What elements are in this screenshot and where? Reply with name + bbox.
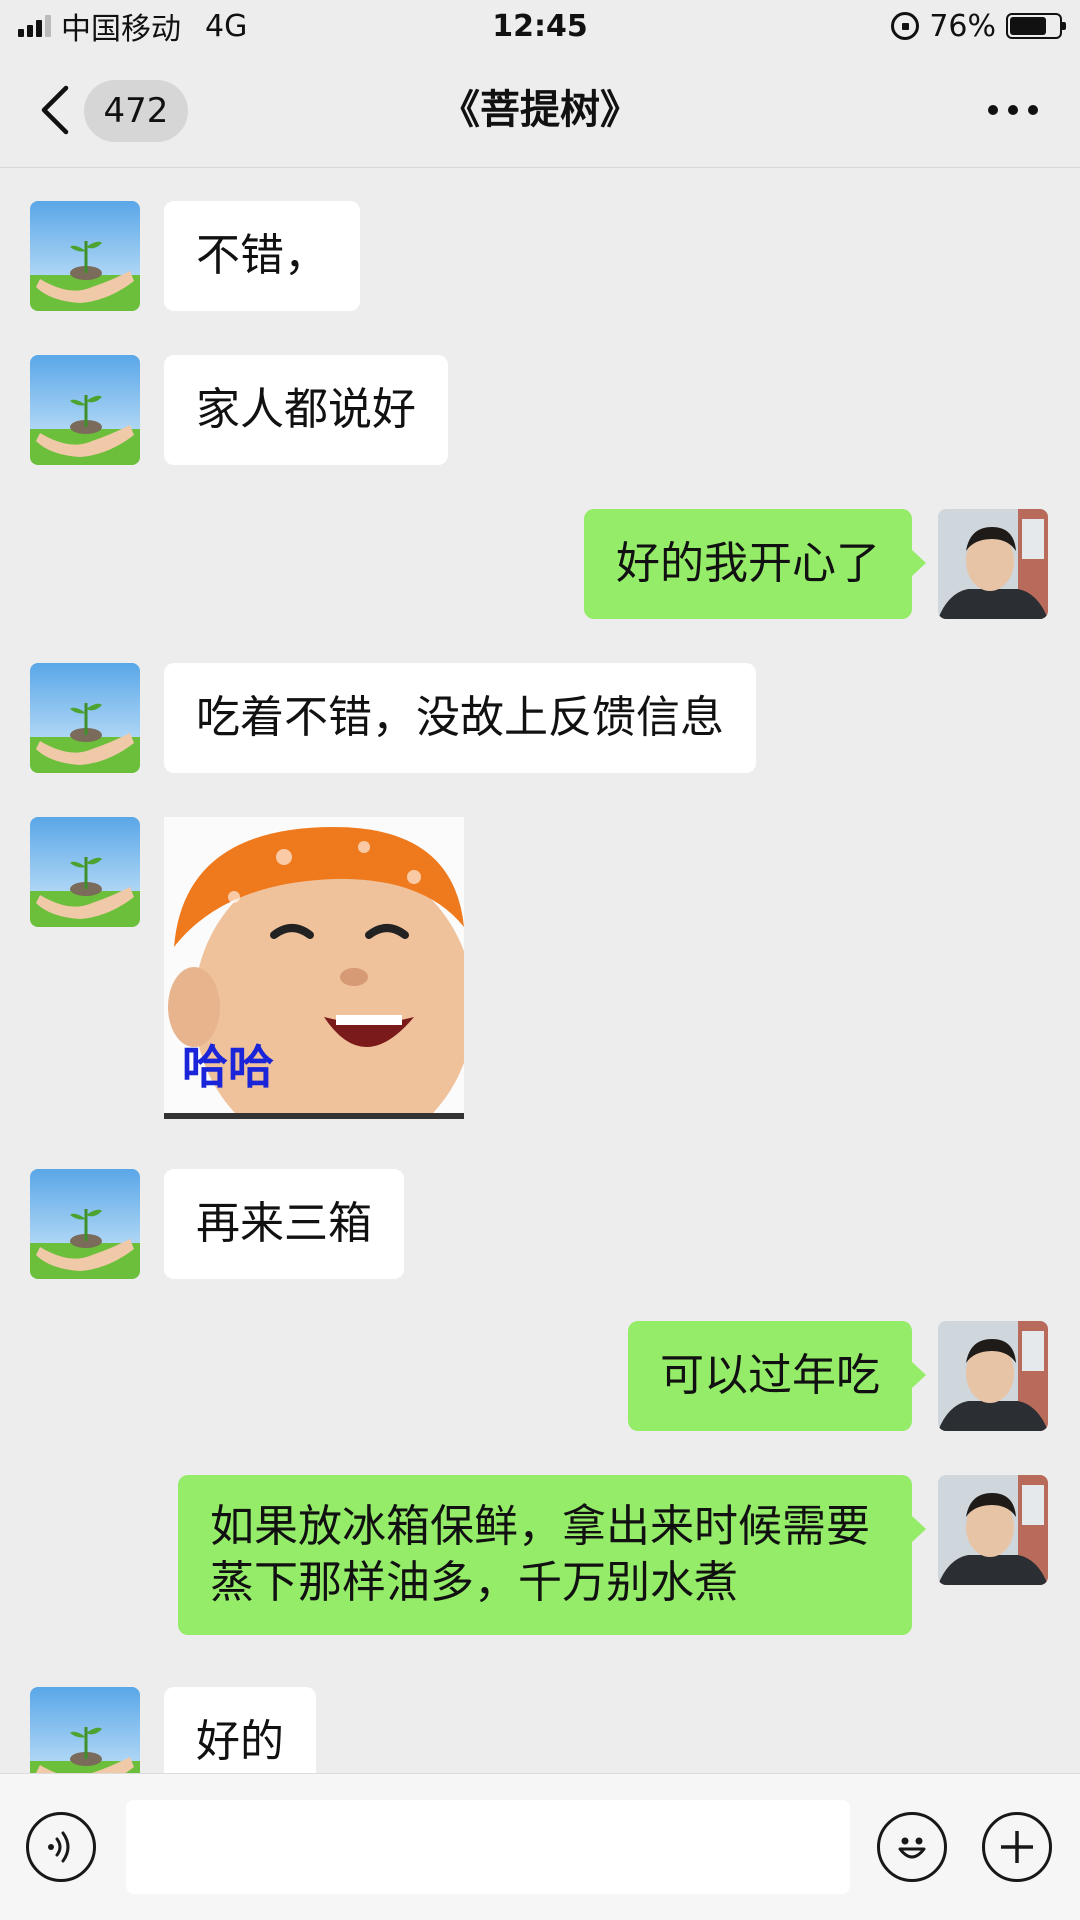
rotation-lock-icon (891, 12, 920, 40)
plant-in-hands-avatar (30, 1687, 140, 1773)
contact-avatar[interactable] (30, 355, 140, 465)
more-dots-icon (988, 105, 998, 115)
status-right: 76% (891, 8, 1066, 44)
message-bubble-incoming[interactable]: 再来三箱 (164, 1169, 404, 1279)
nav-bar: 472 《菩提树》 (0, 52, 1080, 168)
my-avatar[interactable] (938, 1475, 1048, 1585)
my-avatar[interactable] (938, 509, 1048, 619)
chat-area[interactable]: 不错， 家人都说好 好的我开心了 吃着不错，没故上反馈信息 哈哈 再来三箱 可以… (0, 169, 1080, 1773)
signal-icon (18, 15, 51, 37)
plant-in-hands-avatar (30, 355, 140, 465)
message-bubble-outgoing[interactable]: 好的我开心了 (584, 509, 926, 619)
plus-icon (1001, 1831, 1033, 1863)
contact-avatar[interactable] (30, 1169, 140, 1279)
plant-in-hands-avatar (30, 663, 140, 773)
unread-count-badge[interactable]: 472 (84, 80, 188, 142)
message-bubble-outgoing[interactable]: 如果放冰箱保鲜，拿出来时候需要蒸下那样油多，千万别水煮 (178, 1475, 926, 1635)
message-bubble-incoming[interactable]: 吃着不错，没故上反馈信息 (164, 663, 756, 773)
contact-avatar[interactable] (30, 201, 140, 311)
battery-fill (1010, 17, 1047, 35)
status-left: 中国移动 4G (18, 4, 247, 48)
message-bubble-incoming[interactable]: 好的 (164, 1687, 316, 1773)
input-bar (0, 1773, 1080, 1920)
sticker-caption: 哈哈 (182, 1040, 274, 1094)
plant-in-hands-avatar (30, 817, 140, 927)
sticker-message[interactable]: 哈哈 (164, 817, 464, 1119)
emoji-button[interactable] (877, 1812, 947, 1882)
chevron-left-icon (41, 85, 69, 135)
user-photo-avatar (938, 509, 1048, 619)
battery-percent: 76% (929, 8, 996, 44)
my-avatar[interactable] (938, 1321, 1048, 1431)
status-bar: 中国移动 4G 12:45 76% (0, 0, 1080, 52)
contact-avatar[interactable] (30, 1687, 140, 1773)
message-bubble-incoming[interactable]: 不错， (164, 201, 360, 311)
user-photo-avatar (938, 1321, 1048, 1431)
message-bubble-incoming[interactable]: 家人都说好 (164, 355, 448, 465)
voice-button[interactable] (26, 1812, 96, 1882)
message-bubble-outgoing[interactable]: 可以过年吃 (628, 1321, 926, 1431)
battery-icon (1006, 13, 1066, 39)
user-photo-avatar (938, 1475, 1048, 1585)
carrier-label: 中国移动 (61, 12, 181, 47)
plant-in-hands-avatar (30, 1169, 140, 1279)
contact-avatar[interactable] (30, 663, 140, 773)
plant-in-hands-avatar (30, 201, 140, 311)
emoji-icon (898, 1837, 926, 1859)
more-button[interactable] (988, 98, 1044, 122)
message-input[interactable] (126, 1800, 850, 1894)
contact-avatar[interactable] (30, 817, 140, 927)
voice-icon (48, 1831, 70, 1863)
back-button[interactable] (36, 82, 76, 138)
plus-button[interactable] (982, 1812, 1052, 1882)
network-label: 4G (205, 8, 248, 44)
